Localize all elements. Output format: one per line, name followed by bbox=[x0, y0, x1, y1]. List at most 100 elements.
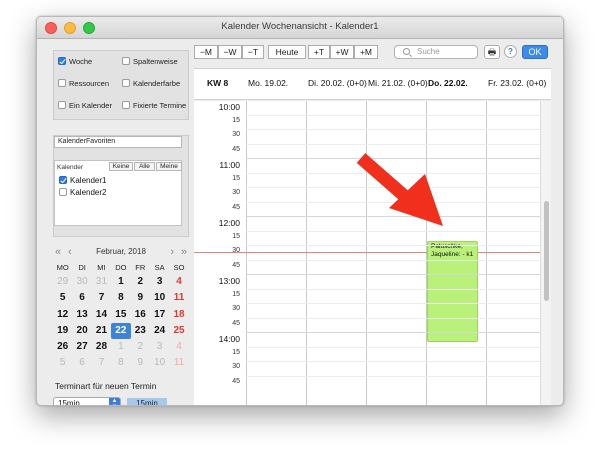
calendar-day[interactable]: 29 bbox=[53, 274, 72, 290]
calendar-day[interactable]: 5 bbox=[53, 355, 72, 371]
calendar-day[interactable]: 31 bbox=[92, 274, 111, 290]
option-woche[interactable]: Woche bbox=[58, 57, 92, 66]
alle-button[interactable]: Alle bbox=[134, 162, 155, 171]
calendar-day[interactable]: 4 bbox=[169, 339, 188, 355]
favorites-field[interactable]: KalenderFavoriten bbox=[54, 136, 182, 148]
calendar-day[interactable]: 2 bbox=[131, 274, 150, 290]
calendar-day[interactable]: 21 bbox=[92, 323, 111, 339]
calendar-day[interactable]: 9 bbox=[131, 290, 150, 306]
calendar-day[interactable]: 7 bbox=[92, 355, 111, 371]
day-header-fr[interactable]: Fr. 23.02. (0+0) bbox=[488, 78, 546, 88]
calendar-day[interactable]: 8 bbox=[111, 290, 130, 306]
kalender-item-2[interactable]: Kalender2 bbox=[59, 188, 106, 197]
keine-button[interactable]: Keine bbox=[109, 162, 133, 171]
calendar-day[interactable]: 24 bbox=[150, 323, 169, 339]
day-header-mo[interactable]: Mo. 19.02. bbox=[248, 78, 288, 88]
weekday-label: FR bbox=[135, 263, 146, 272]
calendar-day[interactable]: 27 bbox=[72, 339, 91, 355]
calendar-day[interactable]: 23 bbox=[131, 323, 150, 339]
calendar-day[interactable]: 10 bbox=[150, 290, 169, 306]
calendar-day[interactable]: 2 bbox=[131, 339, 150, 355]
calendar-day[interactable]: 28 bbox=[92, 339, 111, 355]
kalender-header: Kalender bbox=[57, 164, 84, 171]
time-label: 15 bbox=[232, 232, 240, 240]
calendar-day[interactable]: 30 bbox=[72, 274, 91, 290]
calendar-day[interactable]: 9 bbox=[131, 355, 150, 371]
calendar-day[interactable]: 12 bbox=[53, 307, 72, 323]
option-kalenderfarbe[interactable]: Kalenderfarbe bbox=[122, 79, 180, 88]
calendar-day[interactable]: 17 bbox=[150, 307, 169, 323]
calendar-event[interactable]: Paluschke, Jaqueline: - k1 bbox=[427, 241, 478, 342]
calendar-day[interactable]: 13 bbox=[72, 307, 91, 323]
calendar-day[interactable]: 4 bbox=[169, 274, 188, 290]
left-pane: Woche Spaltenweise Ressourcen Kalenderfa… bbox=[37, 40, 191, 405]
calendar-day[interactable]: 19 bbox=[53, 323, 72, 339]
calendar-day[interactable]: 22 bbox=[111, 322, 131, 340]
kalender-item-1[interactable]: Kalender1 bbox=[59, 176, 106, 185]
minus-day-button[interactable]: −T bbox=[242, 45, 264, 59]
weekday-label: MO bbox=[56, 263, 69, 272]
plus-week-button[interactable]: +W bbox=[330, 45, 354, 59]
vertical-scrollbar[interactable] bbox=[540, 101, 551, 405]
weekday-label: MI bbox=[97, 263, 106, 272]
calendar-nav: « ‹ Februar, 2018 › » bbox=[53, 246, 189, 260]
calendar-day[interactable]: 18 bbox=[169, 307, 188, 323]
time-label: 30 bbox=[232, 247, 240, 254]
next-month-icon[interactable]: › bbox=[170, 246, 174, 258]
time-label: 45 bbox=[232, 319, 240, 327]
time-label: 11:00 bbox=[219, 160, 240, 170]
checkbox-icon bbox=[122, 57, 130, 65]
today-button[interactable]: Heute bbox=[268, 45, 306, 59]
kalender-window: Kalender Wochenansicht - Kalender1 Woche… bbox=[36, 16, 564, 406]
option-ressourcen[interactable]: Ressourcen bbox=[58, 79, 109, 88]
terminart-select[interactable]: 15min ▲▼ bbox=[53, 397, 121, 405]
plus-month-button[interactable]: +M bbox=[354, 45, 378, 59]
weekday-label: SO bbox=[173, 263, 185, 272]
minus-week-button[interactable]: −W bbox=[218, 45, 242, 59]
calendar-day[interactable]: 1 bbox=[111, 274, 130, 290]
minus-month-button[interactable]: −M bbox=[194, 45, 218, 59]
time-slot-line bbox=[246, 361, 540, 362]
calendar-day[interactable]: 10 bbox=[150, 355, 169, 371]
kalender-list: Kalender Keine Alle Meine Kalender1 Kale… bbox=[54, 160, 182, 226]
option-fixierte-termine[interactable]: Fixierte Termine bbox=[122, 101, 186, 110]
calendar-day[interactable]: 6 bbox=[72, 290, 91, 306]
calendar-day[interactable]: 5 bbox=[53, 290, 72, 306]
calendar-day[interactable]: 1 bbox=[111, 339, 130, 355]
search-input[interactable]: Suche bbox=[394, 45, 478, 59]
day-header-mi[interactable]: Mi. 21.02. (0+0) bbox=[368, 78, 428, 88]
time-slot-line bbox=[246, 143, 540, 145]
print-button[interactable]: 🖶 bbox=[484, 45, 500, 59]
meine-button[interactable]: Meine bbox=[156, 162, 182, 171]
calendar-day[interactable]: 20 bbox=[72, 323, 91, 339]
checkbox-icon bbox=[122, 79, 130, 87]
day-header-do[interactable]: Do. 22.02. bbox=[428, 78, 468, 88]
ok-button[interactable]: OK bbox=[522, 45, 548, 59]
calendar-month: Februar, 2018 bbox=[96, 247, 146, 256]
calendar-day[interactable]: 15 bbox=[111, 307, 130, 323]
calendar-day[interactable]: 7 bbox=[92, 290, 111, 306]
option-ein-kalender[interactable]: Ein Kalender bbox=[58, 101, 112, 110]
calendar-day[interactable]: 11 bbox=[169, 290, 188, 306]
next-year-icon[interactable]: » bbox=[181, 246, 187, 258]
checkbox-icon bbox=[59, 188, 67, 196]
favorites-panel: KalenderFavoriten Kalender Keine Alle Me… bbox=[53, 135, 189, 237]
calendar-day[interactable]: 11 bbox=[169, 355, 188, 371]
time-grid[interactable]: Paluschke, Jaqueline: - k1 10:00 15 30 45 11… bbox=[194, 101, 540, 405]
calendar-day[interactable]: 16 bbox=[131, 307, 150, 323]
option-spaltenweise[interactable]: Spaltenweise bbox=[122, 57, 178, 66]
time-label: 45 bbox=[232, 377, 240, 385]
calendar-day[interactable]: 3 bbox=[150, 339, 169, 355]
arrow-shaft bbox=[356, 153, 414, 205]
day-header-di[interactable]: Di. 20.02. (0+0) bbox=[308, 78, 367, 88]
scroll-thumb[interactable] bbox=[544, 201, 549, 301]
calendar-day[interactable]: 26 bbox=[53, 339, 72, 355]
calendar-day[interactable]: 6 bbox=[72, 355, 91, 371]
calendar-day[interactable]: 25 bbox=[169, 323, 188, 339]
calendar-day[interactable]: 3 bbox=[150, 274, 169, 290]
calendar-day[interactable]: 14 bbox=[92, 307, 111, 323]
plus-day-button[interactable]: +T bbox=[308, 45, 330, 59]
time-label: 15 bbox=[232, 116, 240, 124]
calendar-day[interactable]: 8 bbox=[111, 355, 130, 371]
help-button[interactable]: ? bbox=[504, 45, 517, 58]
